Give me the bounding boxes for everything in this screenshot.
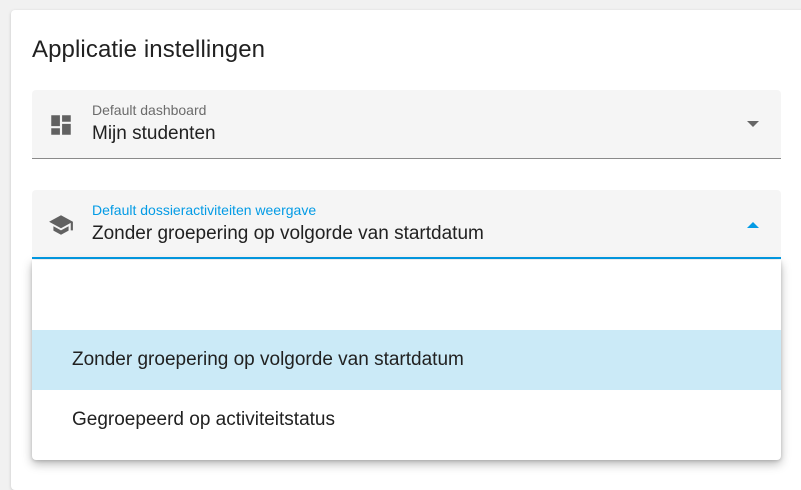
default-dossier-view-value: Zonder groepering op volgorde van startd…: [92, 223, 484, 244]
chevron-up-icon[interactable]: [747, 222, 759, 228]
school-icon: [48, 212, 74, 238]
chevron-down-icon[interactable]: [747, 121, 759, 127]
option-zonder-groepering[interactable]: Zonder groepering op volgorde van startd…: [32, 330, 781, 390]
default-dashboard-label: Default dashboard: [92, 102, 207, 118]
default-dashboard-select[interactable]: Default dashboard Mijn studenten: [32, 90, 781, 159]
default-dossier-view-label: Default dossieractiviteiten weergave: [92, 202, 317, 218]
default-dashboard-value: Mijn studenten: [92, 123, 216, 144]
default-dossier-view-select[interactable]: Default dossieractiviteiten weergave Zon…: [32, 190, 781, 259]
option-empty[interactable]: [32, 270, 781, 330]
option-gegroepeerd[interactable]: Gegroepeerd op activiteitstatus: [32, 390, 781, 450]
card-title: Applicatie instellingen: [32, 36, 266, 63]
dashboard-icon: [48, 112, 74, 138]
dossier-view-dropdown: Zonder groepering op volgorde van startd…: [32, 260, 781, 460]
